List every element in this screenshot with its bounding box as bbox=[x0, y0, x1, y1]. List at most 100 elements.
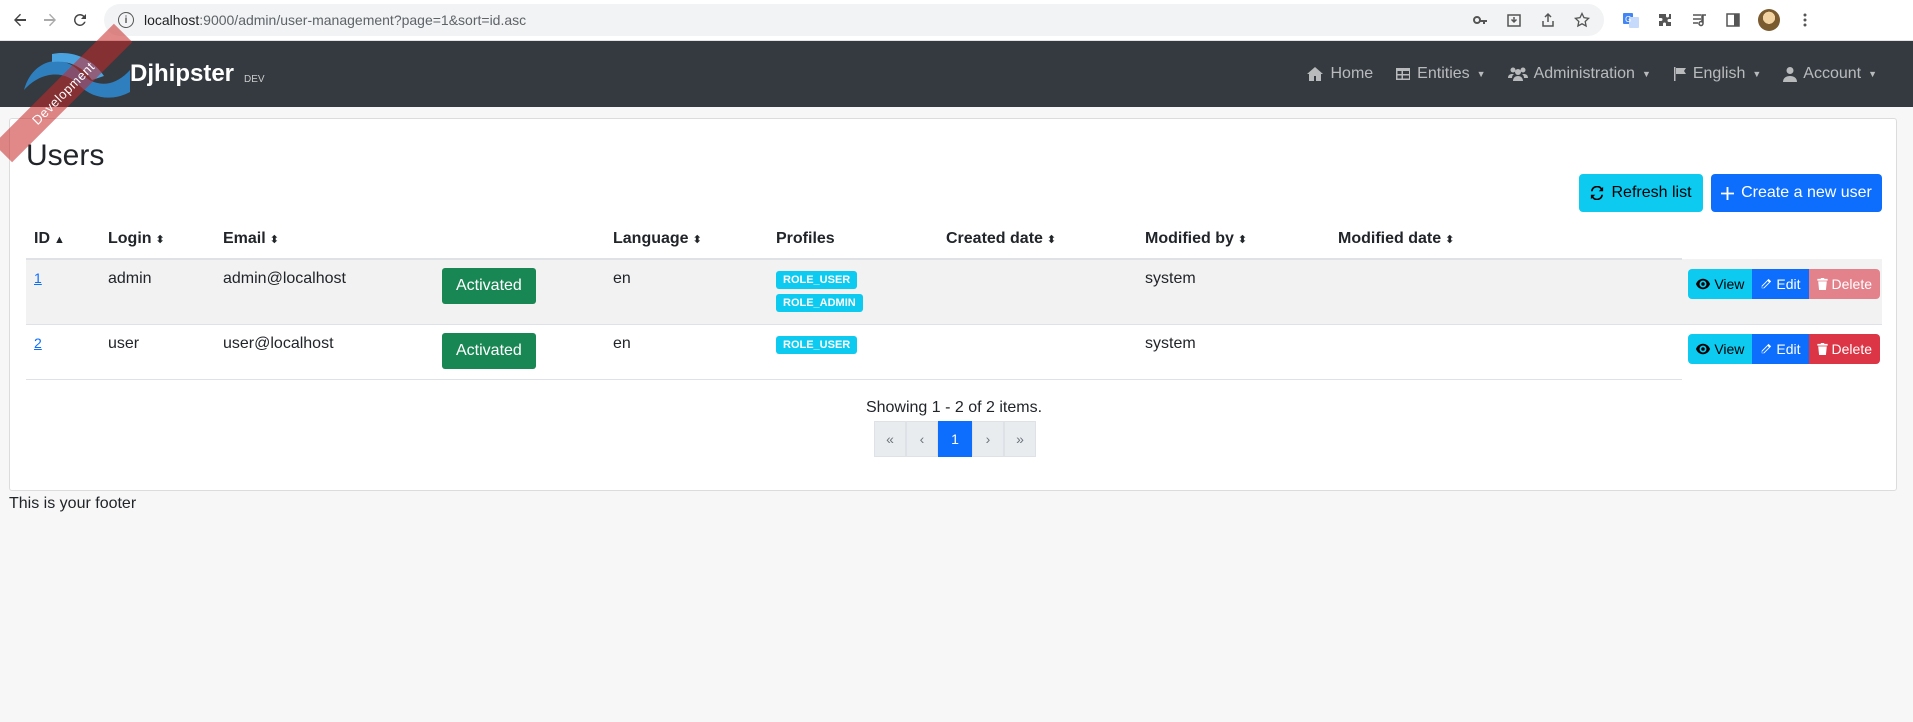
nav-language[interactable]: English ▼ bbox=[1673, 65, 1761, 83]
user-email: user@localhost bbox=[215, 324, 434, 380]
extensions-icon[interactable] bbox=[1656, 11, 1674, 29]
refresh-list-button[interactable]: Refresh list bbox=[1579, 174, 1703, 212]
reload-icon[interactable] bbox=[70, 10, 90, 30]
sidepanel-icon[interactable] bbox=[1724, 11, 1742, 29]
user-created-date bbox=[938, 324, 1137, 380]
address-bar[interactable]: i localhost:9000/admin/user-management?p… bbox=[104, 4, 1604, 36]
nav-language-label: English bbox=[1692, 65, 1746, 82]
col-created-label: Created date bbox=[946, 229, 1043, 247]
row-actions: View Edit Delete bbox=[1688, 334, 1880, 364]
trash-icon bbox=[1816, 278, 1828, 290]
role-badge: ROLE_USER bbox=[776, 335, 858, 354]
create-user-button[interactable]: Create a new user bbox=[1711, 174, 1882, 212]
edit-label: Edit bbox=[1776, 341, 1801, 357]
col-email[interactable]: Email ⬍ bbox=[215, 219, 434, 260]
pencil-icon bbox=[1762, 278, 1772, 289]
view-button[interactable]: View bbox=[1688, 269, 1753, 299]
page-next-button[interactable]: › bbox=[972, 421, 1004, 457]
col-modified-date[interactable]: Modified date ⬍ bbox=[1330, 219, 1682, 260]
url-path: :9000/admin/user-management?page=1&sort=… bbox=[199, 12, 527, 28]
user-id-link[interactable]: 1 bbox=[34, 270, 42, 286]
nav-account[interactable]: Account ▼ bbox=[1783, 65, 1877, 83]
col-profiles-label: Profiles bbox=[776, 229, 835, 247]
nav-entities-label: Entities bbox=[1417, 65, 1470, 82]
flag-icon bbox=[1673, 67, 1686, 81]
sort-icon: ⬍ bbox=[269, 233, 279, 246]
pencil-icon bbox=[1762, 343, 1772, 354]
user-created-date bbox=[938, 259, 1137, 325]
share-icon[interactable] bbox=[1540, 12, 1556, 28]
caret-down-icon: ▼ bbox=[1641, 69, 1651, 79]
users-table: ID ▲ Login ⬍ Email ⬍ Language ⬍ Profiles Cre… bbox=[26, 219, 1882, 380]
col-email-label: Email bbox=[223, 229, 266, 247]
trash-icon bbox=[1816, 343, 1828, 355]
col-id[interactable]: ID ▲ bbox=[26, 219, 100, 260]
forward-icon[interactable] bbox=[40, 10, 60, 30]
page-first-button[interactable]: « bbox=[874, 421, 906, 457]
nav-entities[interactable]: Entities ▼ bbox=[1395, 65, 1486, 83]
edit-label: Edit bbox=[1776, 276, 1801, 292]
status-badge[interactable]: Activated bbox=[442, 268, 536, 304]
sort-icon: ⬍ bbox=[155, 233, 165, 246]
eye-icon bbox=[1696, 278, 1711, 290]
col-language[interactable]: Language ⬍ bbox=[605, 219, 768, 260]
user-modified-by: system bbox=[1137, 324, 1330, 380]
browser-toolbar: i localhost:9000/admin/user-management?p… bbox=[0, 0, 1913, 41]
edit-button[interactable]: Edit bbox=[1752, 334, 1809, 364]
app-navbar: Djhipster DEV Home Entities ▼ Administrat… bbox=[0, 41, 1913, 107]
col-id-label: ID bbox=[34, 229, 50, 247]
url-host: localhost bbox=[144, 12, 200, 28]
role-badge: ROLE_USER bbox=[776, 271, 858, 289]
sort-icon: ⬍ bbox=[1046, 233, 1057, 246]
refresh-list-label: Refresh list bbox=[1611, 184, 1692, 201]
user-email: admin@localhost bbox=[215, 259, 434, 325]
page-title: Users bbox=[26, 139, 105, 172]
back-icon[interactable] bbox=[10, 10, 30, 30]
nav-account-label: Account bbox=[1803, 65, 1862, 82]
col-status bbox=[434, 219, 605, 260]
user-id-link[interactable]: 2 bbox=[34, 335, 42, 351]
delete-button[interactable]: Delete bbox=[1808, 334, 1880, 364]
caret-down-icon: ▼ bbox=[1868, 69, 1877, 79]
user-language: en bbox=[605, 324, 768, 380]
nav-administration-label: Administration bbox=[1533, 65, 1635, 82]
key-icon[interactable] bbox=[1472, 12, 1488, 28]
pagination-summary: Showing 1 - 2 of 2 items. bbox=[865, 399, 1043, 416]
users-icon bbox=[1507, 67, 1528, 81]
user-icon bbox=[1783, 67, 1798, 82]
col-login[interactable]: Login ⬍ bbox=[100, 219, 215, 260]
nav-administration[interactable]: Administration ▼ bbox=[1507, 65, 1651, 83]
users-card: Users Refresh list Create a new user ID ▲… bbox=[9, 118, 1897, 491]
brand-version: DEV bbox=[244, 73, 265, 85]
status-badge[interactable]: Activated bbox=[442, 332, 536, 369]
delete-label: Delete bbox=[1831, 276, 1872, 292]
delete-button[interactable]: Delete bbox=[1808, 269, 1880, 299]
media-icon[interactable] bbox=[1690, 11, 1708, 29]
col-created[interactable]: Created date ⬍ bbox=[938, 219, 1137, 260]
nav-home[interactable]: Home bbox=[1306, 65, 1373, 83]
table-row: 1 admin admin@localhost Activated en ROL… bbox=[26, 259, 1882, 325]
svg-text:G: G bbox=[1625, 15, 1631, 24]
page-last-button[interactable]: » bbox=[1004, 421, 1036, 457]
user-login: admin bbox=[100, 259, 215, 325]
site-info-icon[interactable]: i bbox=[118, 12, 134, 28]
view-label: View bbox=[1714, 341, 1745, 357]
install-icon[interactable] bbox=[1506, 12, 1522, 28]
user-modified-by: system bbox=[1137, 259, 1330, 325]
star-icon[interactable] bbox=[1574, 12, 1590, 28]
table-icon bbox=[1396, 68, 1411, 80]
profile-avatar[interactable] bbox=[1758, 9, 1780, 31]
translate-icon[interactable]: G bbox=[1622, 11, 1640, 29]
nav-home-label: Home bbox=[1330, 65, 1374, 82]
view-button[interactable]: View bbox=[1688, 334, 1753, 364]
sort-icon: ⬍ bbox=[1237, 233, 1248, 246]
user-login: user bbox=[100, 324, 215, 380]
plus-icon bbox=[1721, 186, 1735, 200]
edit-button[interactable]: Edit bbox=[1752, 269, 1809, 299]
page-prev-button[interactable]: ‹ bbox=[906, 421, 938, 457]
page-footer: This is your footer bbox=[9, 495, 137, 512]
page-current-button[interactable]: 1 bbox=[938, 421, 972, 457]
refresh-icon bbox=[1591, 186, 1604, 200]
col-modified-by[interactable]: Modified by ⬍ bbox=[1137, 219, 1330, 260]
menu-kebab-icon[interactable] bbox=[1796, 11, 1814, 29]
